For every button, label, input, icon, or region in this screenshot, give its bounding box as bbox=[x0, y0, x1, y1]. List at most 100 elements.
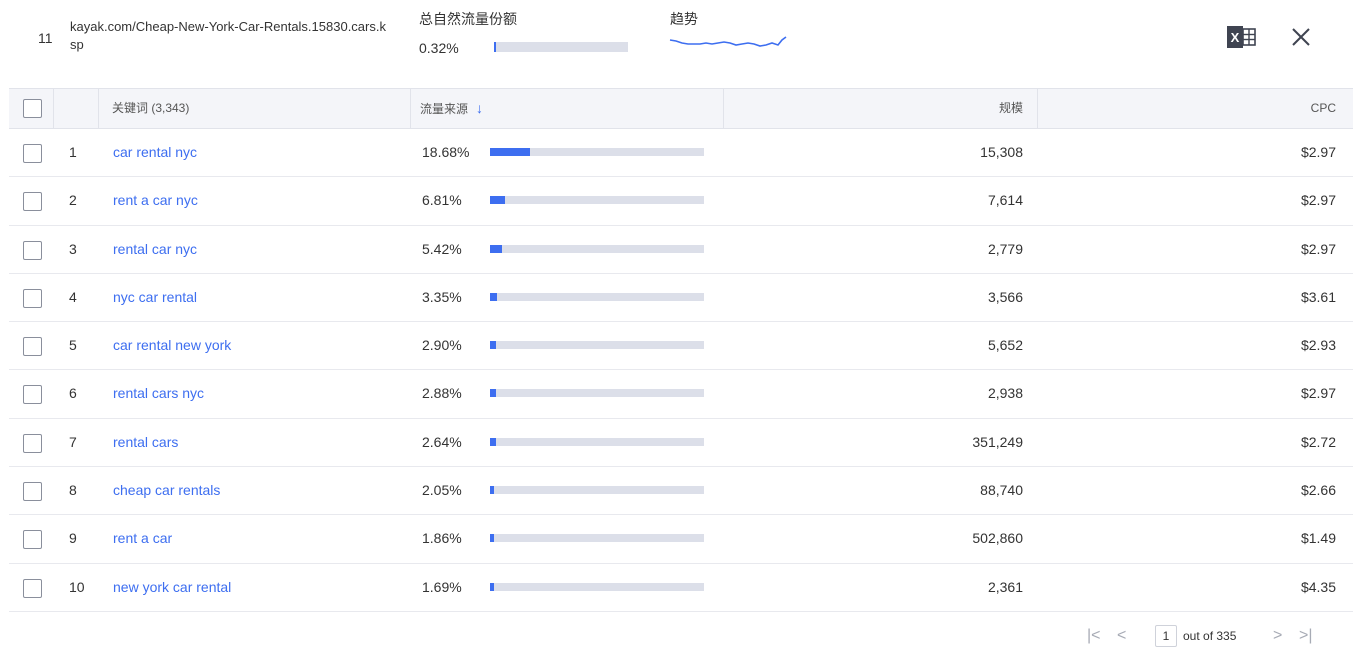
traffic-bar-fill bbox=[490, 341, 496, 350]
column-divider bbox=[98, 89, 99, 128]
traffic-percent: 6.81% bbox=[422, 192, 462, 209]
table-row: 4 nyc car rental 3.35% 3,566 $3.61 bbox=[9, 274, 1353, 323]
first-page-icon[interactable]: |< bbox=[1087, 625, 1101, 647]
organic-share-label: 总自然流量份额 bbox=[419, 11, 517, 27]
traffic-bar-fill bbox=[490, 292, 497, 301]
prev-page-icon[interactable]: < bbox=[1117, 625, 1126, 647]
cpc-value: $2.97 bbox=[1300, 192, 1336, 209]
keyword-link[interactable]: new york car rental bbox=[113, 564, 231, 611]
traffic-percent: 3.35% bbox=[422, 288, 462, 305]
row-index: 11 bbox=[38, 30, 53, 46]
row-number: 5 bbox=[69, 337, 77, 354]
column-divider bbox=[1037, 89, 1038, 128]
keyword-link[interactable]: rent a car bbox=[113, 515, 172, 562]
page-number-input[interactable]: 1 bbox=[1155, 625, 1177, 647]
column-divider bbox=[410, 89, 411, 128]
row-checkbox[interactable] bbox=[23, 482, 42, 502]
volume-value: 88,740 bbox=[980, 482, 1023, 499]
organic-share-bar bbox=[494, 42, 628, 52]
keyword-link[interactable]: rental cars bbox=[113, 419, 178, 466]
traffic-bar bbox=[490, 582, 704, 591]
row-number: 9 bbox=[69, 530, 77, 547]
traffic-bar-fill bbox=[490, 244, 502, 253]
column-header-traffic[interactable]: 流量来源 ↓ bbox=[420, 89, 483, 128]
traffic-bar bbox=[490, 486, 704, 495]
page-url: kayak.com/Cheap-New-York-Car-Rentals.158… bbox=[70, 19, 386, 52]
volume-value: 15,308 bbox=[980, 144, 1023, 160]
table-row: 10 new york car rental 1.69% 2,361 $4.35 bbox=[9, 564, 1353, 612]
cpc-value: $1.49 bbox=[1300, 530, 1336, 547]
last-page-icon[interactable]: >| bbox=[1299, 625, 1313, 647]
traffic-percent: 2.64% bbox=[422, 433, 462, 450]
traffic-bar bbox=[490, 389, 704, 398]
column-divider bbox=[53, 89, 54, 128]
keyword-link[interactable]: cheap car rentals bbox=[113, 467, 220, 514]
cpc-value: $3.61 bbox=[1300, 288, 1336, 305]
volume-value: 351,249 bbox=[972, 433, 1023, 450]
close-icon[interactable] bbox=[1288, 24, 1314, 50]
row-checkbox[interactable] bbox=[23, 144, 42, 163]
keyword-link[interactable]: car rental nyc bbox=[113, 129, 197, 176]
row-checkbox[interactable] bbox=[23, 433, 42, 453]
row-checkbox[interactable] bbox=[23, 337, 42, 357]
organic-share-value: 0.32% bbox=[419, 40, 459, 56]
select-all-checkbox[interactable] bbox=[23, 99, 42, 118]
row-number: 8 bbox=[69, 482, 77, 499]
traffic-bar-fill bbox=[490, 582, 494, 591]
traffic-bar bbox=[490, 244, 704, 253]
column-header-keyword[interactable]: 关键词 (3,343) bbox=[112, 89, 189, 128]
row-checkbox[interactable] bbox=[23, 530, 42, 550]
traffic-bar-fill bbox=[490, 534, 494, 543]
row-checkbox[interactable] bbox=[23, 192, 42, 212]
table-body: 1 car rental nyc 18.68% 15,308 $2.97 2 rent a … bbox=[9, 129, 1353, 612]
keyword-link[interactable]: rental cars nyc bbox=[113, 370, 204, 417]
cpc-value: $2.97 bbox=[1300, 144, 1336, 160]
row-checkbox[interactable] bbox=[23, 578, 42, 598]
traffic-bar bbox=[490, 196, 704, 205]
cpc-value: $2.66 bbox=[1300, 482, 1336, 499]
trend-label: 趋势 bbox=[670, 11, 698, 27]
keywords-table: 关键词 (3,343) 流量来源 ↓ 规模 CPC 1 car rental nyc… bbox=[9, 88, 1353, 612]
table-row: 5 car rental new york 2.90% 5,652 $2.93 bbox=[9, 322, 1353, 371]
row-number: 6 bbox=[69, 385, 77, 402]
row-checkbox[interactable] bbox=[23, 288, 42, 308]
organic-share-bar-fill bbox=[494, 42, 496, 52]
volume-value: 2,779 bbox=[987, 240, 1023, 257]
keyword-link[interactable]: nyc car rental bbox=[113, 274, 197, 321]
page-header: 11 kayak.com/Cheap-New-York-Car-Rentals.… bbox=[0, 0, 1353, 88]
row-checkbox[interactable] bbox=[23, 385, 42, 405]
traffic-bar-fill bbox=[490, 437, 496, 446]
table-row: 1 car rental nyc 18.68% 15,308 $2.97 bbox=[9, 129, 1353, 178]
keyword-link[interactable]: car rental new york bbox=[113, 322, 231, 369]
column-divider bbox=[723, 89, 724, 128]
row-checkbox[interactable] bbox=[23, 240, 42, 260]
table-row: 7 rental cars 2.64% 351,249 $2.72 bbox=[9, 419, 1353, 468]
keyword-link[interactable]: rental car nyc bbox=[113, 226, 197, 273]
row-number: 4 bbox=[69, 288, 77, 305]
cpc-value: $2.72 bbox=[1300, 433, 1336, 450]
traffic-bar bbox=[490, 292, 704, 301]
cpc-value: $2.97 bbox=[1300, 240, 1336, 257]
next-page-icon[interactable]: > bbox=[1273, 625, 1282, 647]
page-total: out of 335 bbox=[1183, 629, 1237, 643]
keyword-link[interactable]: rent a car nyc bbox=[113, 177, 198, 224]
row-number: 7 bbox=[69, 433, 77, 450]
traffic-bar bbox=[490, 341, 704, 350]
traffic-percent: 1.86% bbox=[422, 530, 462, 547]
traffic-percent: 18.68% bbox=[422, 144, 470, 160]
volume-value: 2,938 bbox=[987, 385, 1023, 402]
column-header-cpc[interactable]: CPC bbox=[1311, 89, 1336, 128]
table-row: 9 rent a car 1.86% 502,860 $1.49 bbox=[9, 515, 1353, 564]
traffic-percent: 5.42% bbox=[422, 240, 462, 257]
volume-value: 5,652 bbox=[987, 337, 1023, 354]
cpc-value: $4.35 bbox=[1300, 578, 1336, 595]
row-number: 1 bbox=[69, 144, 77, 160]
excel-icon[interactable]: X bbox=[1227, 24, 1259, 50]
traffic-bar bbox=[490, 534, 704, 543]
table-header: 关键词 (3,343) 流量来源 ↓ 规模 CPC bbox=[9, 88, 1353, 129]
traffic-bar-fill bbox=[490, 486, 494, 495]
traffic-percent: 2.90% bbox=[422, 337, 462, 354]
column-header-volume[interactable]: 规模 bbox=[999, 89, 1023, 128]
volume-value: 502,860 bbox=[972, 530, 1023, 547]
sort-down-icon[interactable]: ↓ bbox=[476, 89, 483, 128]
